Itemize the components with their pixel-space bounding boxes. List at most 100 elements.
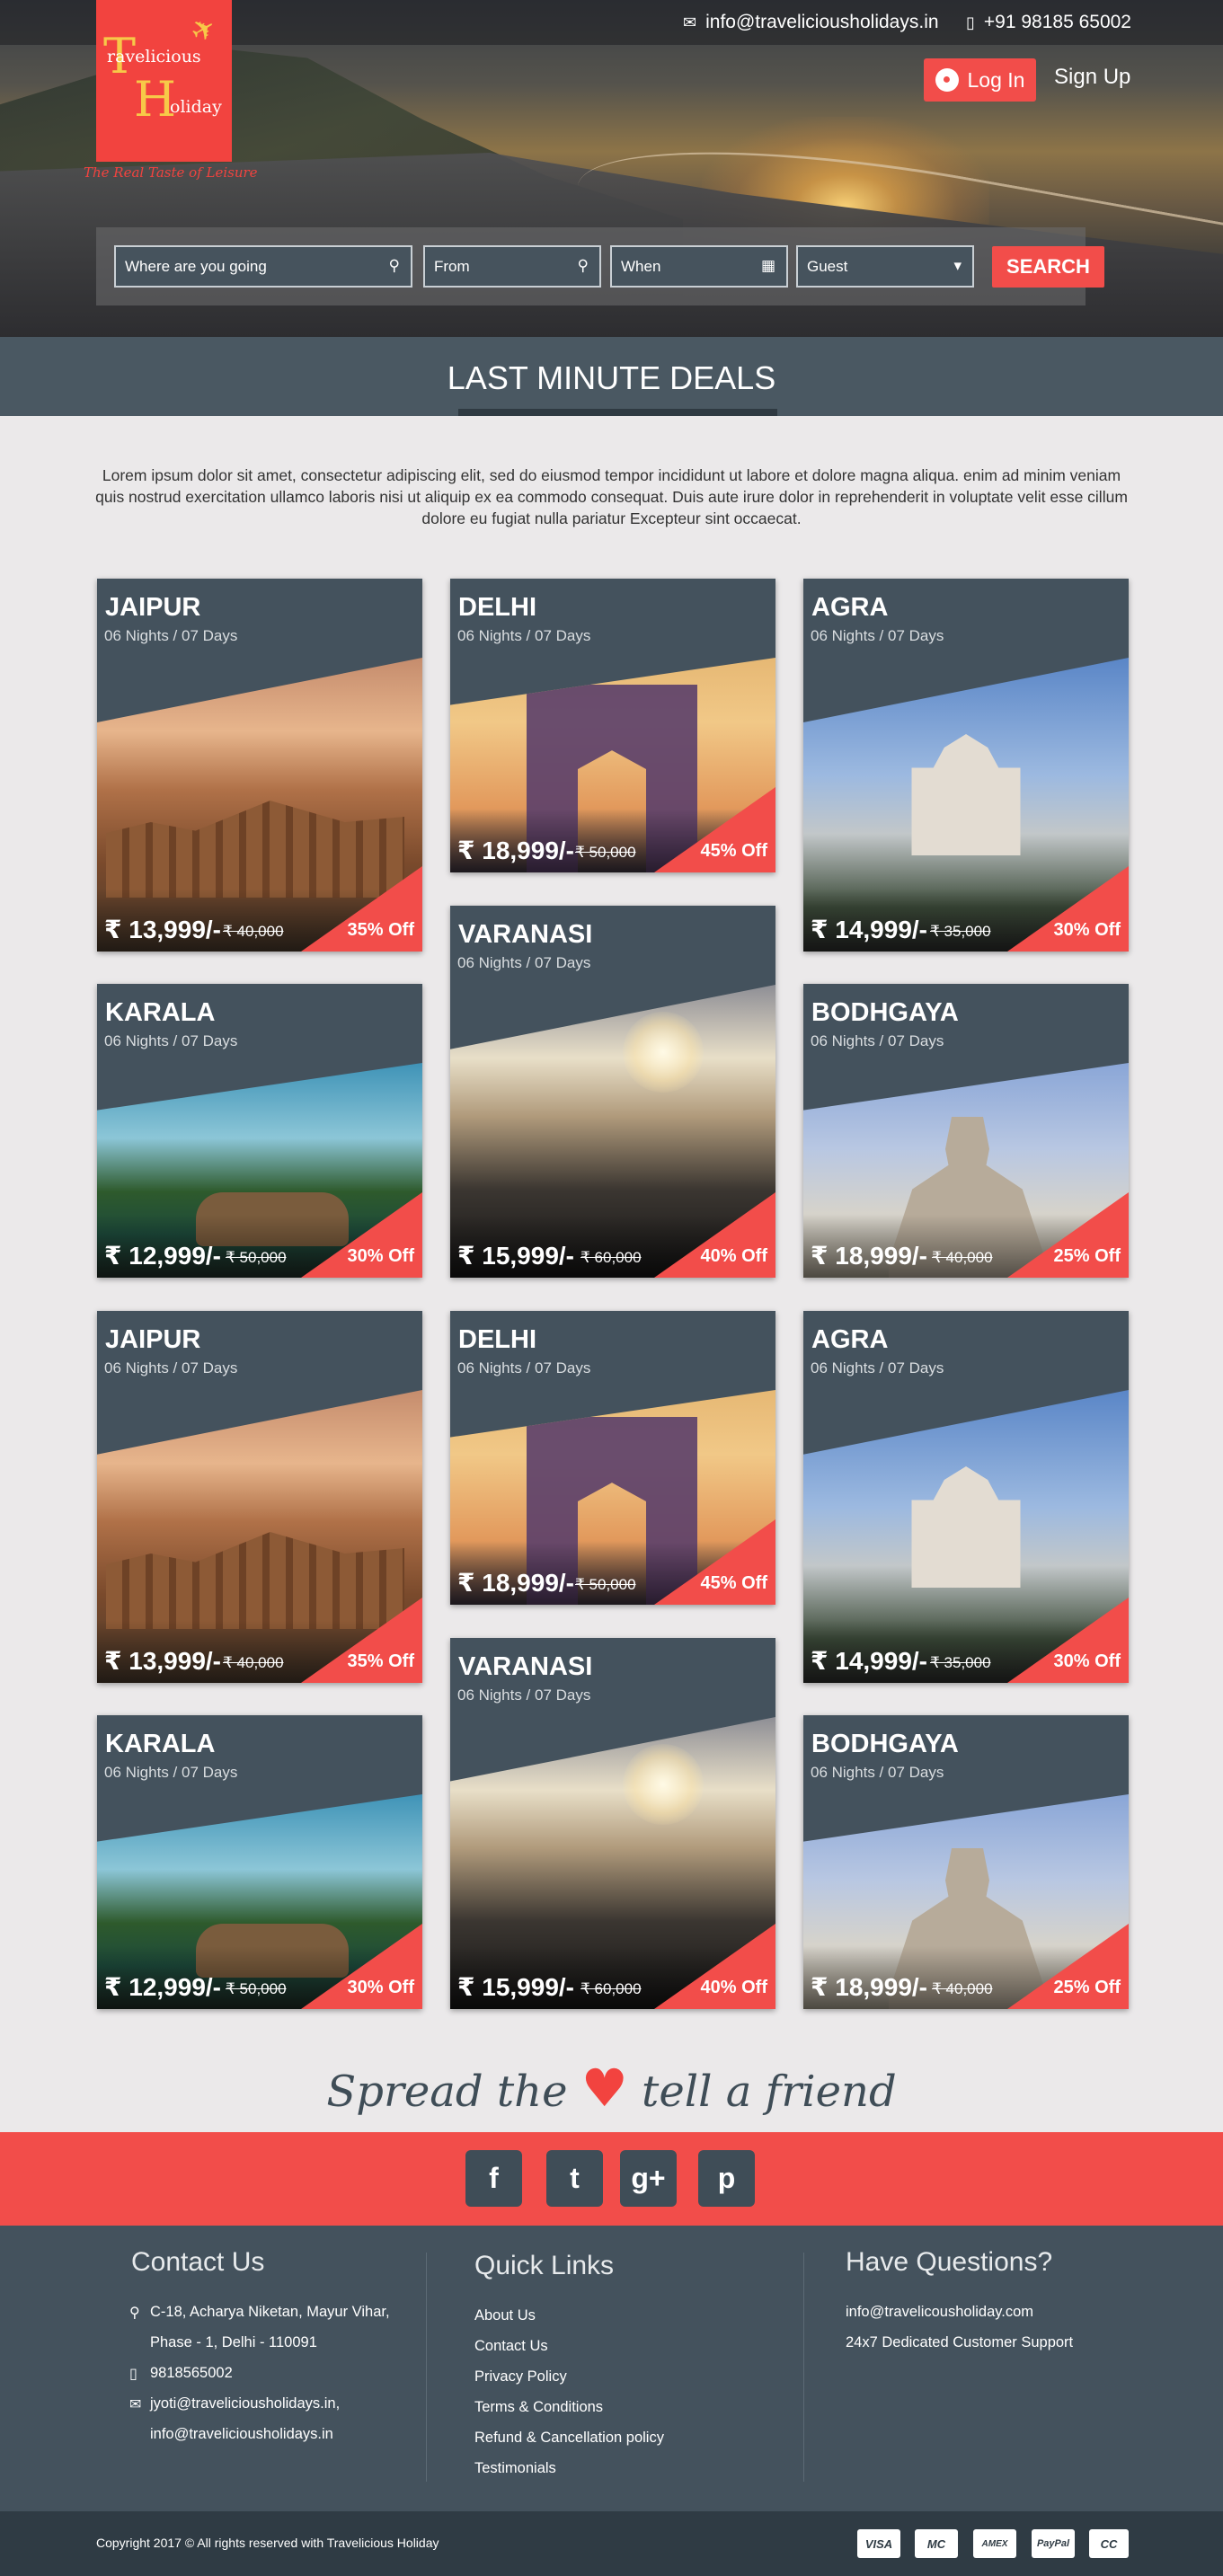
deal-card[interactable]: DELHI 06 Nights / 07 Days ₹ 18,999/- ₹ 50,0… — [450, 579, 775, 872]
deal-price: ₹ 18,999/- — [811, 1242, 928, 1270]
deal-price: ₹ 15,999/- — [457, 1973, 575, 2001]
deal-card[interactable]: KARALA 06 Nights / 07 Days ₹ 12,999/- ₹ 50,… — [97, 1715, 422, 2009]
twitter-icon[interactable]: t — [546, 2150, 603, 2207]
link-testimonials[interactable]: Testimonials — [474, 2460, 556, 2477]
paypal-icon: PayPal — [1032, 2529, 1075, 2558]
footer: Contact Us ⚲ C-18, Acharya Niketan, Mayu… — [0, 2226, 1223, 2511]
deal-city: JAIPUR — [105, 1325, 201, 1354]
deal-discount: 45% Off — [700, 841, 767, 861]
from-input[interactable]: From ⚲ — [423, 245, 601, 288]
deal-duration: 06 Nights / 07 Days — [811, 1764, 944, 1781]
link-terms[interactable]: Terms & Conditions — [474, 2399, 603, 2416]
deal-discount: 30% Off — [347, 1978, 414, 1997]
deal-old-price: ₹ 50,000 — [575, 1576, 636, 1593]
search-button[interactable]: SEARCH — [992, 246, 1104, 288]
airplane-icon: ✈ — [184, 9, 223, 50]
chevron-down-icon: ▾ — [953, 257, 962, 274]
deal-old-price: ₹ 60,000 — [580, 1980, 642, 1997]
footer-email-1[interactable]: jyoti@traveliciousholidays.in, — [150, 2395, 340, 2412]
envelope-icon: ✉ — [129, 2397, 142, 2412]
deal-city: KARALA — [105, 998, 216, 1027]
pinterest-icon[interactable]: p — [698, 2150, 755, 2207]
deal-city: DELHI — [458, 1325, 536, 1354]
deal-duration: 06 Nights / 07 Days — [811, 1032, 944, 1049]
spread-text-after: tell a friend — [642, 2067, 897, 2117]
deal-card[interactable]: AGRA 06 Nights / 07 Days ₹ 14,999/- ₹ 35,00… — [803, 1311, 1129, 1683]
deal-card[interactable]: DELHI 06 Nights / 07 Days ₹ 18,999/- ₹ 50,0… — [450, 1311, 775, 1605]
deal-duration: 06 Nights / 07 Days — [811, 627, 944, 644]
deal-discount: 30% Off — [1053, 920, 1121, 940]
deal-old-price: ₹ 50,000 — [226, 1980, 287, 1997]
link-about-us[interactable]: About Us — [474, 2307, 536, 2324]
user-icon: ● — [935, 68, 959, 92]
deal-discount: 45% Off — [700, 1573, 767, 1593]
when-input[interactable]: When ▦ — [610, 245, 788, 288]
google-plus-icon[interactable]: g+ — [620, 2150, 677, 2207]
deal-card[interactable]: JAIPUR 06 Nights / 07 Days ₹ 13,999/- ₹ 40,… — [97, 1311, 422, 1683]
address-line-2: Phase - 1, Delhi - 110091 — [150, 2334, 317, 2350]
copyright: Copyright 2017 © All rights reserved wit… — [96, 2536, 439, 2550]
footer-divider — [426, 2253, 427, 2482]
contact-title: Contact Us — [131, 2247, 265, 2277]
login-button[interactable]: ● Log In — [924, 58, 1036, 102]
deals-title: LAST MINUTE DEALS — [447, 359, 776, 396]
hero-banner: ✉ info@traveliciousholidays.in ▯ +91 981… — [0, 0, 1223, 337]
footer-phone[interactable]: 9818565002 — [150, 2365, 233, 2382]
logo-text-2: oliday — [170, 97, 222, 117]
deal-old-price: ₹ 50,000 — [226, 1249, 287, 1266]
deals-intro: Lorem ipsum dolor sit amet, consectetur … — [95, 466, 1128, 527]
deal-card[interactable]: VARANASI 06 Nights / 07 Days ₹ 15,999/- ₹ 6… — [450, 906, 775, 1278]
deal-discount: 40% Off — [700, 1978, 767, 1997]
mastercard-icon: MC — [915, 2529, 958, 2558]
search-bar: Where are you going ⚲ From ⚲ When ▦ Gues… — [96, 227, 1104, 305]
deal-city: DELHI — [458, 593, 536, 622]
deals-banner: LAST MINUTE DEALS — [0, 337, 1223, 416]
deal-card[interactable]: BODHGAYA 06 Nights / 07 Days ₹ 18,999/- ₹ 4… — [803, 1715, 1129, 2009]
deal-old-price: ₹ 40,000 — [223, 1654, 284, 1671]
spread-text-before: Spread the — [326, 2067, 568, 2117]
deal-city: VARANASI — [458, 920, 593, 949]
deal-card[interactable]: AGRA 06 Nights / 07 Days ₹ 14,999/- ₹ 35,00… — [803, 579, 1129, 952]
deal-card[interactable]: KARALA 06 Nights / 07 Days ₹ 12,999/- ₹ 50,… — [97, 984, 422, 1278]
amex-icon: AMEX — [973, 2529, 1016, 2558]
deal-card[interactable]: JAIPUR 06 Nights / 07 Days ₹ 13,999/- ₹ 40,… — [97, 579, 422, 952]
bottom-bar: Copyright 2017 © All rights reserved wit… — [0, 2511, 1223, 2576]
where-input[interactable]: Where are you going ⚲ — [114, 245, 412, 288]
deal-old-price: ₹ 40,000 — [932, 1980, 993, 1997]
map-pin-icon: ⚲ — [129, 2306, 140, 2321]
deal-old-price: ₹ 60,000 — [580, 1249, 642, 1266]
deal-old-price: ₹ 35,000 — [930, 923, 991, 940]
guest-select[interactable]: Guest ▾ — [796, 245, 974, 288]
deal-city: AGRA — [811, 593, 889, 622]
header-email[interactable]: ✉ info@traveliciousholidays.in — [683, 12, 939, 33]
signup-link[interactable]: Sign Up — [1054, 65, 1130, 90]
quick-links-title: Quick Links — [474, 2251, 615, 2280]
deal-duration: 06 Nights / 07 Days — [457, 627, 591, 644]
deal-city: AGRA — [811, 1325, 889, 1354]
deal-duration: 06 Nights / 07 Days — [457, 1686, 591, 1704]
deal-duration: 06 Nights / 07 Days — [457, 1359, 591, 1377]
deal-price: ₹ 14,999/- — [811, 1647, 928, 1675]
deal-duration: 06 Nights / 07 Days — [104, 1032, 238, 1049]
facebook-icon[interactable]: f — [465, 2150, 522, 2207]
from-placeholder: From — [434, 257, 470, 275]
map-pin-icon: ⚲ — [388, 257, 400, 274]
link-contact-us[interactable]: Contact Us — [474, 2338, 548, 2355]
mobile-icon: ▯ — [129, 2367, 137, 2382]
address-line-1: C-18, Acharya Niketan, Mayur Vihar, — [150, 2304, 390, 2320]
header-phone[interactable]: ▯ +91 98185 65002 — [966, 12, 1131, 33]
link-refund-policy[interactable]: Refund & Cancellation policy — [474, 2430, 664, 2447]
deal-discount: 35% Off — [347, 1651, 414, 1671]
deal-city: JAIPUR — [105, 593, 201, 622]
questions-email[interactable]: info@travelicousholiday.com — [846, 2304, 1033, 2321]
link-privacy-policy[interactable]: Privacy Policy — [474, 2368, 567, 2386]
calendar-icon: ▦ — [760, 257, 775, 274]
deal-card[interactable]: BODHGAYA 06 Nights / 07 Days ₹ 18,999/- ₹ 4… — [803, 984, 1129, 1278]
questions-title: Have Questions? — [846, 2247, 1053, 2277]
footer-email-2[interactable]: info@traveliciousholidays.in — [150, 2426, 333, 2443]
login-label: Log In — [967, 67, 1025, 92]
deal-price: ₹ 13,999/- — [104, 1647, 222, 1675]
logo[interactable]: T ravelicious H oliday ✈ — [96, 0, 232, 162]
deal-card[interactable]: VARANASI 06 Nights / 07 Days ₹ 15,999/- ₹ 6… — [450, 1638, 775, 2009]
deal-duration: 06 Nights / 07 Days — [104, 1359, 238, 1377]
